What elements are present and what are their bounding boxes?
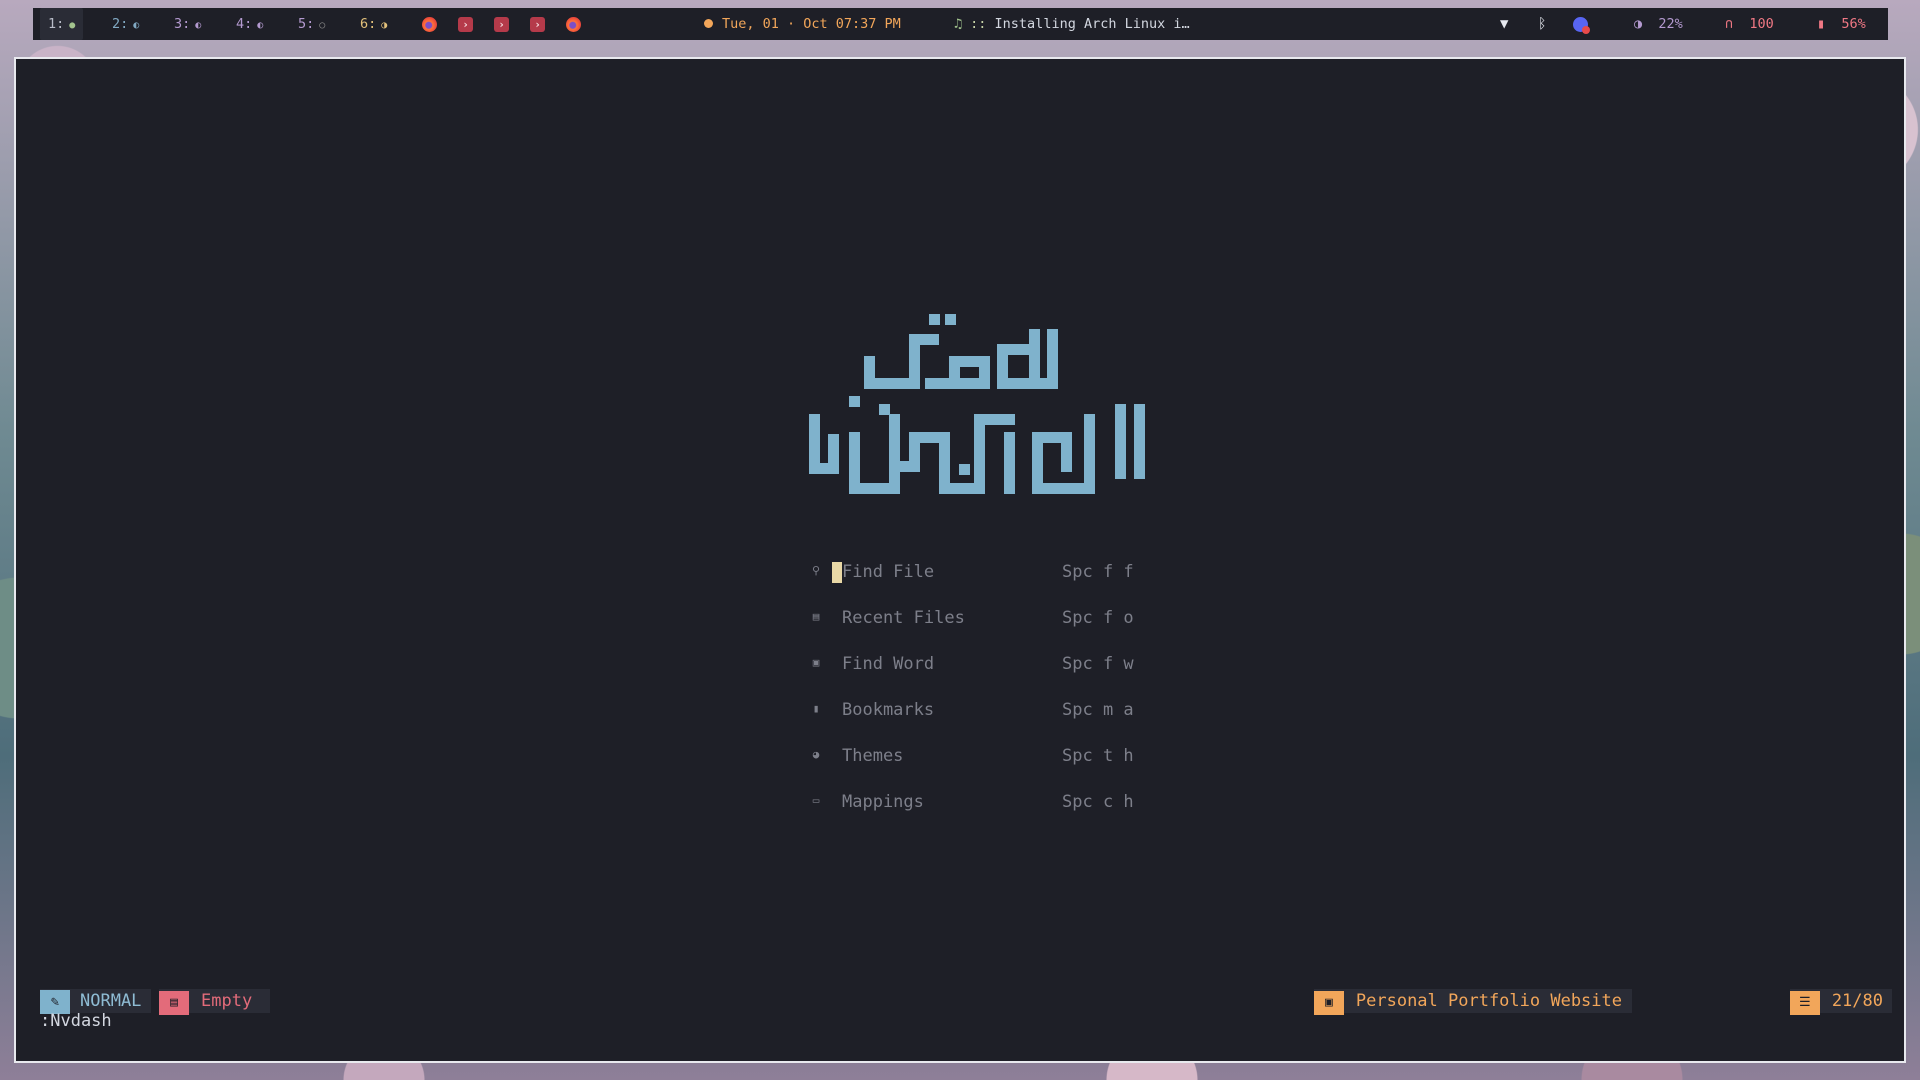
- workspace-indicator-icon: ◐: [257, 20, 264, 31]
- workspace-1[interactable]: 1: ●: [40, 8, 84, 40]
- headphones-icon: ∩: [1725, 16, 1734, 32]
- workspace-5[interactable]: 5: ○: [298, 8, 325, 40]
- menu-item-recent-files[interactable]: ▤ Recent Files Spc f o: [809, 608, 1149, 654]
- palette-icon: ◕: [812, 748, 820, 761]
- firefox-icon[interactable]: [566, 17, 581, 32]
- wifi-icon[interactable]: ▼: [1500, 8, 1508, 40]
- music-note-icon: ♫: [954, 16, 963, 32]
- menu-item-themes[interactable]: ◕ Themes Spc t h: [809, 746, 1149, 792]
- battery-icon: ▮: [1817, 16, 1826, 32]
- clock-icon: [704, 19, 713, 28]
- media-player[interactable]: ♫:: Installing Arch Linux i…: [954, 8, 1190, 40]
- dashboard-logo: [809, 314, 1145, 494]
- command-line[interactable]: :Nvdash: [40, 1011, 112, 1031]
- position-icon: ☰: [1789, 991, 1820, 1015]
- workspace-2[interactable]: 2: ◐: [112, 8, 139, 40]
- mode-indicator: ✎ NORMAL: [40, 989, 152, 1014]
- clock-text: Tue, 01 · Oct 07:37 PM: [722, 16, 901, 32]
- top-bar: 1: ● 2: ◐ 3: ◐ 4: ◐ 5: ○ 6: ◑ › › › Tue, 01 · …: [33, 8, 1888, 40]
- text-cursor: [832, 562, 842, 583]
- search-icon: ⚲: [811, 564, 821, 577]
- cwd-indicator: ▣ Personal Portfolio Website: [1313, 989, 1632, 1015]
- music-title: Installing Arch Linux i…: [994, 16, 1190, 32]
- folder-icon: ▣: [1313, 991, 1344, 1015]
- workspace-indicator-icon: ◐: [195, 20, 202, 31]
- find-word-icon: ▣: [812, 656, 820, 669]
- recent-files-icon: ▤: [812, 610, 820, 623]
- terminal-icon[interactable]: ›: [530, 17, 545, 32]
- workspace-indicator-icon: ◐: [133, 20, 140, 31]
- dashboard-menu: ⚲ Find File Spc f f ▤ Recent Files Spc f…: [809, 562, 1149, 838]
- status-line: ✎ NORMAL ▤ Empty ▣ Personal Portfolio Websi…: [40, 989, 1892, 1015]
- firefox-icon[interactable]: [422, 17, 437, 32]
- workspace-indicator-icon: ◑: [381, 20, 388, 31]
- file-indicator: ▤ Empty: [159, 989, 271, 1015]
- brightness-indicator[interactable]: ◑ 22%: [1634, 8, 1683, 40]
- bluetooth-icon[interactable]: ᛒ: [1538, 8, 1546, 40]
- music-prefix: ::: [970, 16, 987, 32]
- battery-indicator[interactable]: ▮ 56%: [1817, 8, 1866, 40]
- file-icon: ▤: [159, 991, 189, 1015]
- workspace-6[interactable]: 6: ◑: [360, 8, 387, 40]
- clock[interactable]: Tue, 01 · Oct 07:37 PM: [704, 8, 901, 40]
- menu-item-find-word[interactable]: ▣ Find Word Spc f w: [809, 654, 1149, 700]
- menu-item-bookmarks[interactable]: ▮ Bookmarks Spc m a: [809, 700, 1149, 746]
- menu-item-mappings[interactable]: ▭ Mappings Spc c h: [809, 792, 1149, 838]
- discord-icon[interactable]: [1573, 17, 1590, 34]
- terminal-window[interactable]: ⚲ Find File Spc f f ▤ Recent Files Spc f…: [14, 57, 1906, 1063]
- workspace-4[interactable]: 4: ◐: [236, 8, 263, 40]
- terminal-icon[interactable]: ›: [494, 17, 509, 32]
- terminal-icon[interactable]: ›: [458, 17, 473, 32]
- menu-item-find-file[interactable]: ⚲ Find File Spc f f: [809, 562, 1149, 608]
- keyboard-icon: ▭: [812, 794, 820, 807]
- bookmark-icon: ▮: [812, 702, 820, 715]
- workspace-indicator-icon: ●: [69, 20, 76, 31]
- workspace-3[interactable]: 3: ◐: [174, 8, 201, 40]
- brightness-icon: ◑: [1634, 16, 1643, 32]
- cursor-position: ☰ 21/80: [1789, 989, 1892, 1015]
- workspace-indicator-icon: ○: [319, 20, 326, 31]
- volume-indicator[interactable]: ∩ 100: [1725, 8, 1774, 40]
